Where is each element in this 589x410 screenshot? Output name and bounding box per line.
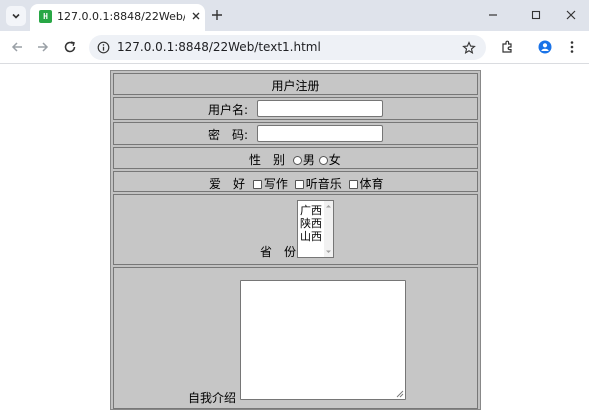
password-row: 密 码: bbox=[113, 122, 478, 145]
province-label: 省 份 bbox=[260, 245, 297, 259]
hobby-sports-checkbox[interactable] bbox=[348, 180, 358, 189]
gender-female-label: 女 bbox=[328, 153, 341, 167]
intro-row: 自我介绍 bbox=[113, 267, 478, 409]
resize-grip-icon[interactable] bbox=[396, 390, 404, 398]
hobby-writing-checkbox[interactable] bbox=[252, 180, 262, 189]
hobby-sports-label: 体育 bbox=[359, 177, 384, 191]
gender-field: 性 别 男 女 bbox=[249, 151, 341, 168]
username-row: 用户名: bbox=[113, 97, 478, 120]
tab-title: 127.0.0.1:8848/22Web/text1.h bbox=[57, 10, 185, 23]
back-arrow-icon[interactable] bbox=[10, 40, 24, 54]
registration-form-table: 用户注册 用户名: 密 码: 性 别 男 女 爱 好 写作 听音乐 体育 省 份… bbox=[110, 70, 481, 410]
more-menu-icon[interactable] bbox=[565, 40, 579, 54]
password-input[interactable] bbox=[257, 125, 383, 142]
chevron-down-icon bbox=[12, 13, 20, 19]
province-option[interactable]: 山西 bbox=[300, 228, 322, 244]
hobby-label: 爱 好 bbox=[209, 177, 246, 191]
hobby-writing-label: 写作 bbox=[263, 177, 288, 191]
address-bar[interactable]: 127.0.0.1:8848/22Web/text1.html bbox=[89, 35, 486, 60]
hobby-music-checkbox[interactable] bbox=[294, 180, 304, 189]
window-close-icon[interactable] bbox=[565, 9, 577, 21]
username-input[interactable] bbox=[257, 100, 383, 117]
extensions-puzzle-icon[interactable] bbox=[500, 40, 514, 54]
tab-strip: H 127.0.0.1:8848/22Web/text1.h bbox=[0, 0, 589, 31]
bookmark-star-icon[interactable] bbox=[462, 41, 476, 55]
gender-male-label: 男 bbox=[302, 153, 315, 167]
scroll-down-arrow-icon[interactable] bbox=[324, 248, 333, 256]
profile-avatar-icon[interactable] bbox=[538, 40, 552, 54]
gender-female-radio[interactable] bbox=[318, 156, 328, 165]
browser-tab[interactable]: H 127.0.0.1:8848/22Web/text1.h bbox=[30, 4, 205, 31]
hobby-music-label: 听音乐 bbox=[305, 177, 342, 191]
hobby-row: 爱 好 写作 听音乐 体育 bbox=[113, 171, 478, 192]
gender-row: 性 别 男 女 bbox=[113, 147, 478, 169]
browser-toolbar: 127.0.0.1:8848/22Web/text1.html bbox=[0, 31, 589, 64]
scroll-up-arrow-icon[interactable] bbox=[324, 202, 333, 210]
forward-arrow-icon[interactable] bbox=[36, 40, 50, 54]
gender-label: 性 别 bbox=[249, 153, 286, 167]
province-row: 省 份 广西 陕西 山西 bbox=[113, 194, 478, 265]
form-title-row: 用户注册 bbox=[113, 73, 478, 95]
site-info-icon[interactable] bbox=[97, 41, 110, 54]
province-select-scrollbar[interactable] bbox=[324, 201, 333, 257]
gender-male-radio[interactable] bbox=[292, 156, 302, 165]
reload-icon[interactable] bbox=[63, 40, 77, 54]
password-label: 密 码: bbox=[208, 128, 249, 142]
province-select[interactable]: 广西 陕西 山西 bbox=[297, 200, 334, 258]
intro-label: 自我介绍 bbox=[188, 391, 237, 405]
hobby-field: 爱 好 写作 听音乐 体育 bbox=[209, 175, 384, 192]
tab-search-button[interactable] bbox=[6, 6, 26, 26]
intro-textarea[interactable] bbox=[240, 280, 406, 400]
url-text[interactable]: 127.0.0.1:8848/22Web/text1.html bbox=[117, 40, 321, 54]
html-file-icon: H bbox=[39, 10, 52, 23]
new-tab-plus-icon[interactable] bbox=[210, 8, 224, 22]
minimize-icon[interactable] bbox=[487, 9, 499, 21]
maximize-icon[interactable] bbox=[530, 9, 542, 21]
close-icon[interactable] bbox=[190, 10, 202, 22]
form-title: 用户注册 bbox=[271, 79, 320, 93]
username-label: 用户名: bbox=[208, 103, 249, 117]
